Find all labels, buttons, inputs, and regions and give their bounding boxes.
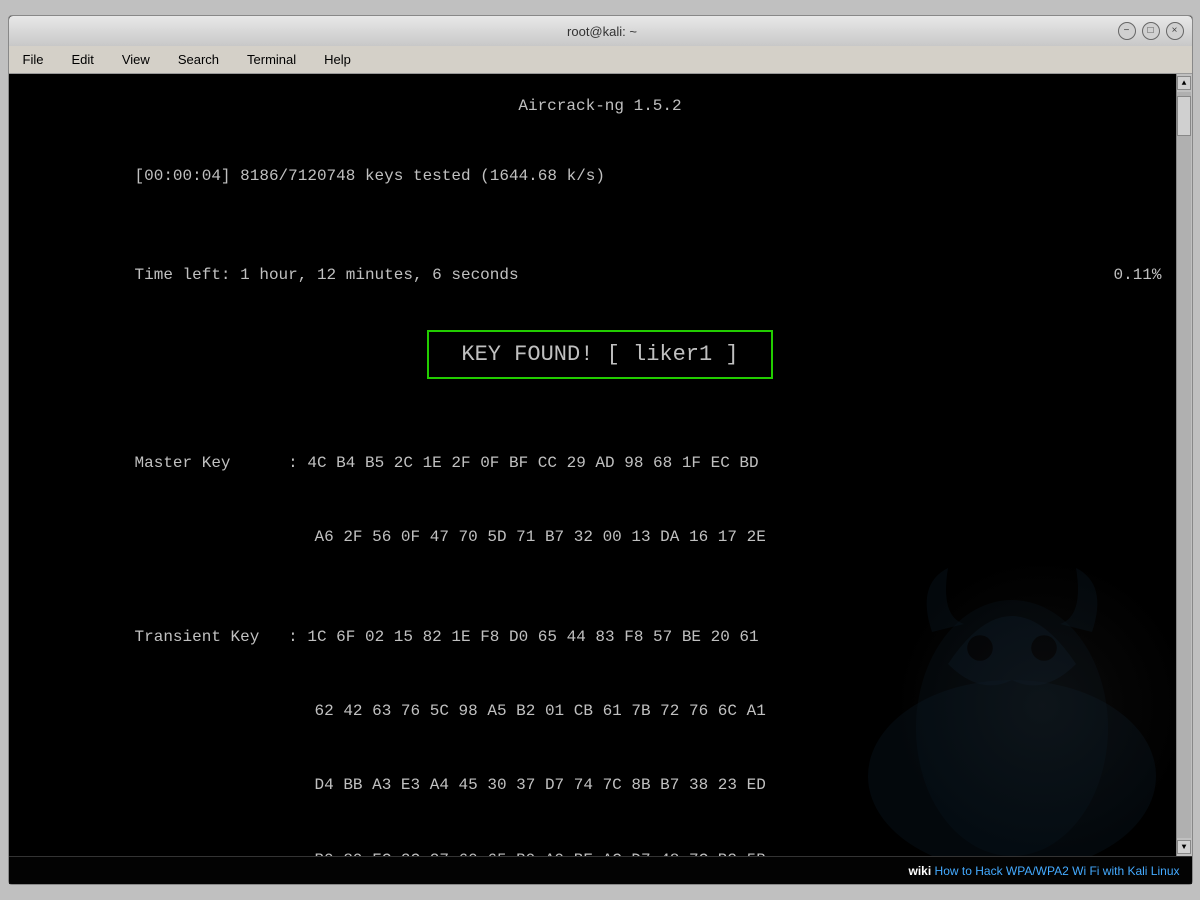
maximize-button[interactable]: □ (1142, 22, 1160, 40)
menu-bar: File Edit View Search Terminal Help (9, 46, 1192, 74)
footer-link[interactable]: How to Hack WPA/WPA2 Wi Fi with Kali Lin… (935, 864, 1180, 878)
footer-text: wiki How to Hack WPA/WPA2 Wi Fi with Kal… (909, 864, 1180, 878)
time-left-line: Time left: 1 hour, 12 minutes, 6 seconds… (39, 238, 1162, 312)
footer-bar: wiki How to Hack WPA/WPA2 Wi Fi with Kal… (9, 856, 1192, 884)
menu-search[interactable]: Search (172, 50, 225, 69)
title-bar: root@kali: ~ − □ × (9, 16, 1192, 46)
scroll-up-arrow[interactable]: ▲ (1177, 76, 1191, 90)
scrollbar[interactable]: ▲ ▼ (1176, 74, 1192, 856)
terminal-window: root@kali: ~ − □ × File Edit View Search… (8, 15, 1193, 885)
menu-terminal[interactable]: Terminal (241, 50, 302, 69)
scrollbar-track[interactable] (1177, 92, 1191, 838)
status-line: [00:00:04] 8186/7120748 keys tested (164… (39, 139, 1162, 213)
transient-key-row3-line: D4 BB A3 E3 A4 45 30 37 D7 74 7C 8B B7 3… (39, 749, 1162, 823)
key-found-box: KEY FOUND! [ liker1 ] (427, 330, 772, 379)
transient-key-row4-line: B9 89 FC 2C 37 60 65 B9 A9 BE AC D7 48 7… (39, 823, 1162, 856)
master-key-row1-line: Master Key : 4C B4 B5 2C 1E 2F 0F BF CC … (39, 426, 1162, 500)
minimize-button[interactable]: − (1118, 22, 1136, 40)
terminal-area: Aircrack-ng 1.5.2 [00:00:04] 8186/712074… (9, 74, 1192, 856)
blank-line-3 (39, 575, 1162, 600)
progress-text: 0.11% (1113, 263, 1161, 288)
footer-wiki-label: wiki (909, 864, 932, 878)
menu-view[interactable]: View (116, 50, 156, 69)
menu-file[interactable]: File (17, 50, 50, 69)
blank-line-1 (39, 213, 1162, 238)
scrollbar-thumb[interactable] (1177, 96, 1191, 136)
master-key-row2-line: A6 2F 56 0F 47 70 5D 71 B7 32 00 13 DA 1… (39, 501, 1162, 575)
blank-line-2 (39, 401, 1162, 426)
menu-help[interactable]: Help (318, 50, 357, 69)
key-found-wrapper: KEY FOUND! [ liker1 ] (39, 330, 1162, 379)
terminal-content: Aircrack-ng 1.5.2 [00:00:04] 8186/712074… (39, 94, 1162, 856)
transient-key-row1-line: Transient Key : 1C 6F 02 15 82 1E F8 D0 … (39, 600, 1162, 674)
app-title: Aircrack-ng 1.5.2 (39, 94, 1162, 119)
window-controls: − □ × (1118, 22, 1184, 40)
transient-key-row2-line: 62 42 63 76 5C 98 A5 B2 01 CB 61 7B 72 7… (39, 674, 1162, 748)
window-title: root@kali: ~ (87, 24, 1118, 39)
menu-edit[interactable]: Edit (65, 50, 99, 69)
close-button[interactable]: × (1166, 22, 1184, 40)
scroll-down-arrow[interactable]: ▼ (1177, 840, 1191, 854)
